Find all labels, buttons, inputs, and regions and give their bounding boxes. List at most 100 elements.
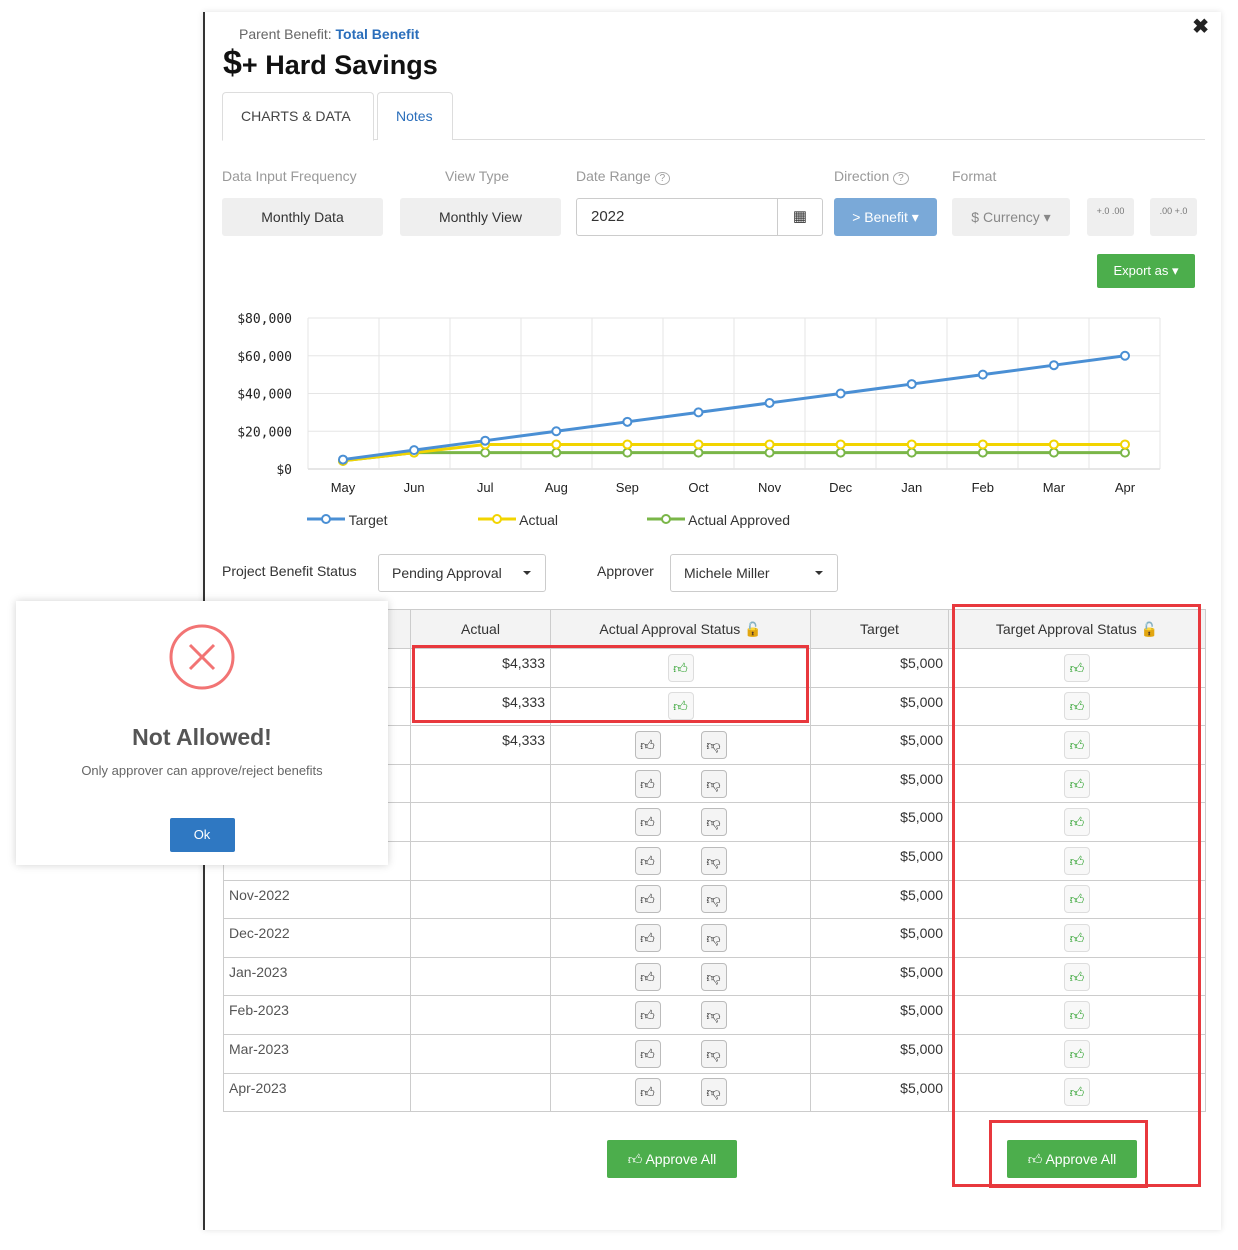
y-tick-label: $20,000 [237, 425, 292, 440]
reject-thumbs-down-icon[interactable]: 👎︎ [700, 923, 727, 952]
target-cell[interactable]: $5,000 [810, 956, 949, 997]
decrease-decimal-button[interactable]: .00 +.0 [1150, 198, 1197, 236]
reject-thumbs-down-icon[interactable]: 👎︎ [700, 1078, 727, 1107]
actual-cell[interactable] [410, 802, 551, 842]
approve-thumbs-up-icon[interactable]: 👍︎ [634, 730, 661, 759]
actual-cell[interactable] [410, 1033, 551, 1074]
unlock-icon[interactable]: 🔓 [744, 621, 761, 637]
calendar-icon[interactable]: ▦ [777, 199, 822, 235]
thumbs-up-icon[interactable]: 👍︎ [1064, 653, 1090, 682]
thumbs-up-icon[interactable]: 👍︎ [1064, 769, 1090, 798]
target-cell[interactable]: $5,000 [810, 879, 949, 920]
reject-thumbs-down-icon[interactable]: 👎︎ [700, 769, 727, 798]
reject-thumbs-down-icon[interactable]: 👎︎ [700, 885, 727, 914]
export-button[interactable]: Export as ▾ [1097, 254, 1195, 288]
data-point [622, 439, 633, 450]
actual-approval-cell: 👍︎ 👎︎ [550, 956, 811, 997]
date-range-input[interactable]: 2022 ▦ [576, 198, 823, 236]
reject-thumbs-down-icon[interactable]: 👎︎ [700, 1039, 727, 1068]
actual-cell[interactable] [410, 879, 551, 920]
approve-thumbs-up-icon[interactable]: 👍︎ [634, 885, 661, 914]
approve-thumbs-up-icon[interactable]: 👍︎ [634, 923, 661, 952]
close-icon[interactable]: ✖ [1192, 14, 1209, 39]
data-point [977, 447, 988, 458]
reject-thumbs-down-icon[interactable]: 👎︎ [700, 962, 727, 991]
target-cell[interactable]: $5,000 [810, 763, 949, 804]
legend-target[interactable]: Target [307, 512, 388, 528]
thumbs-up-icon[interactable]: 👍︎ [1064, 1078, 1090, 1107]
approver-label: Approver [597, 563, 654, 579]
actual-cell[interactable]: $4,333 [410, 686, 551, 727]
view-type-button[interactable]: Monthly View [400, 198, 561, 236]
legend-actual[interactable]: Actual [478, 512, 558, 528]
approve-all-actual-button[interactable]: 👍︎ Approve All [607, 1140, 737, 1178]
target-approval-cell: 👍︎ [948, 802, 1206, 842]
parent-benefit-link[interactable]: Total Benefit [336, 26, 420, 42]
actual-cell[interactable] [410, 918, 551, 958]
reject-thumbs-down-icon[interactable]: 👎︎ [700, 730, 727, 759]
actual-cell[interactable] [410, 956, 551, 997]
thumbs-up-icon[interactable]: 👍︎ [667, 692, 694, 721]
help-icon[interactable]: ? [654, 172, 671, 185]
thumbs-up-icon[interactable]: 👍︎ [1064, 1001, 1090, 1030]
direction-dropdown[interactable]: > Benefit ▾ [834, 198, 937, 236]
tab-charts-data[interactable]: CHARTS & DATA [222, 92, 374, 141]
thumbs-up-icon[interactable]: 👍︎ [1064, 692, 1090, 721]
status-select[interactable]: Pending Approval [378, 554, 546, 592]
thumbs-up-icon[interactable]: 👍︎ [1064, 885, 1090, 914]
target-cell[interactable]: $5,000 [810, 918, 949, 958]
target-cell[interactable]: $5,000 [810, 802, 949, 842]
thumbs-up-icon[interactable]: 👍︎ [1064, 846, 1090, 875]
ok-button[interactable]: Ok [169, 818, 235, 852]
actual-cell[interactable]: $4,333 [410, 725, 551, 765]
data-point [764, 439, 775, 450]
approve-thumbs-up-icon[interactable]: 👍︎ [634, 846, 661, 875]
month-cell: Dec-2022 [223, 918, 411, 958]
data-frequency-button[interactable]: Monthly Data [222, 198, 383, 236]
target-cell[interactable]: $5,000 [810, 686, 949, 727]
actual-cell[interactable] [410, 1072, 551, 1113]
legend-approved-marker [647, 514, 685, 524]
target-approval-cell: 👍︎ [948, 995, 1206, 1035]
data-point [622, 447, 633, 458]
approve-thumbs-up-icon[interactable]: 👍︎ [634, 1078, 661, 1107]
approve-thumbs-up-icon[interactable]: 👍︎ [634, 1039, 661, 1068]
x-tick-label: Aug [545, 480, 568, 495]
tab-notes[interactable]: Notes [377, 92, 453, 140]
approve-thumbs-up-icon[interactable]: 👍︎ [634, 808, 661, 837]
unlock-icon[interactable]: 🔓 [1141, 621, 1158, 637]
reject-thumbs-down-icon[interactable]: 👎︎ [700, 846, 727, 875]
thumbs-up-icon[interactable]: 👍︎ [1064, 923, 1090, 952]
increase-decimal-button[interactable]: +.0 .00 [1087, 198, 1134, 236]
actual-approval-cell: 👍︎ 👎︎ [550, 840, 811, 881]
actual-cell[interactable] [410, 763, 551, 804]
approve-thumbs-up-icon[interactable]: 👍︎ [634, 962, 661, 991]
reject-thumbs-down-icon[interactable]: 👎︎ [700, 808, 727, 837]
actual-cell[interactable] [410, 840, 551, 881]
thumbs-up-icon[interactable]: 👍︎ [1064, 1039, 1090, 1068]
approve-all-target-button[interactable]: 👍︎ Approve All [1007, 1140, 1137, 1178]
thumbs-up-icon[interactable]: 👍︎ [1064, 808, 1090, 837]
approve-thumbs-up-icon[interactable]: 👍︎ [634, 1001, 661, 1030]
target-approval-cell: 👍︎ [948, 648, 1206, 688]
target-cell[interactable]: $5,000 [810, 725, 949, 765]
date-range-label: Date Range ? [576, 168, 671, 185]
target-cell[interactable]: $5,000 [810, 1033, 949, 1074]
target-cell[interactable]: $5,000 [810, 995, 949, 1035]
actual-cell[interactable]: $4,333 [410, 648, 551, 688]
format-dropdown[interactable]: $ Currency ▾ [952, 198, 1070, 236]
help-icon[interactable]: ? [893, 172, 909, 185]
thumbs-up-icon[interactable]: 👍︎ [667, 653, 694, 682]
target-cell[interactable]: $5,000 [810, 1072, 949, 1113]
approver-select[interactable]: Michele Miller [670, 554, 838, 592]
legend-actual-approved[interactable]: Actual Approved [647, 512, 790, 528]
reject-thumbs-down-icon[interactable]: 👎︎ [700, 1001, 727, 1030]
month-cell: Nov-2022 [223, 879, 411, 920]
target-cell[interactable]: $5,000 [810, 648, 949, 688]
approve-thumbs-up-icon[interactable]: 👍︎ [634, 769, 661, 798]
target-cell[interactable]: $5,000 [810, 840, 949, 881]
thumbs-up-icon[interactable]: 👍︎ [1064, 730, 1090, 759]
thumbs-up-icon[interactable]: 👍︎ [1064, 962, 1090, 991]
actual-cell[interactable] [410, 995, 551, 1035]
target-approval-cell: 👍︎ [948, 840, 1206, 881]
